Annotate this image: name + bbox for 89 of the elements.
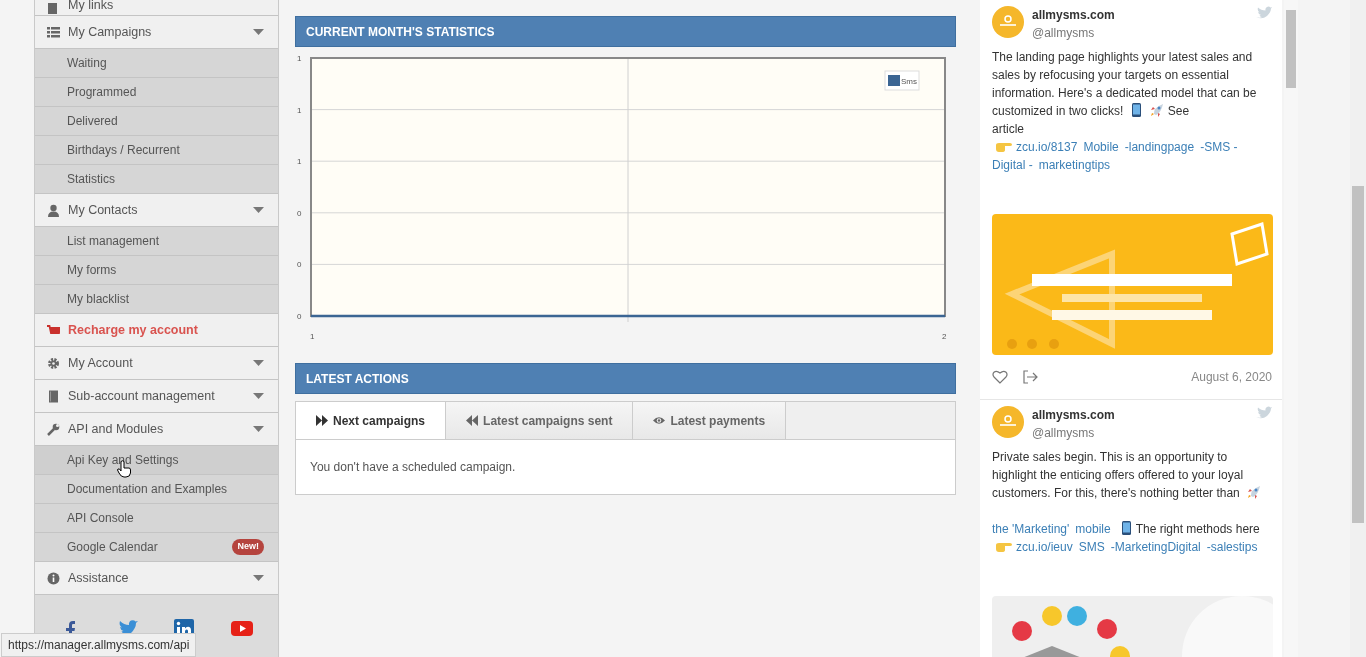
tweet-text: Private sales begin. This is an opportunity to highlight the enticing offers offered to your loyal customers. For this, there's nothing better than the 'Marketing' mobile The right methods here zcu.io/ieuv SMS -MarketingDigital -salestips — [992, 449, 1263, 556]
caret-icon — [253, 29, 264, 35]
x-tick-label: 1 — [310, 332, 315, 341]
section-header: CURRENT MONTH'S STATISTICS — [295, 16, 956, 47]
rocket-icon — [1247, 485, 1262, 499]
legend: Sms — [884, 70, 920, 91]
gear-icon — [47, 356, 60, 370]
account-handle: @allmysms — [1032, 25, 1096, 42]
caret-icon — [253, 393, 264, 399]
phone-icon — [1130, 103, 1142, 117]
y-tick-label: 1 — [297, 105, 302, 115]
share-icon[interactable] — [1022, 370, 1038, 384]
pointing-hand-icon — [996, 140, 1012, 153]
forward-icon — [316, 415, 328, 426]
sidebar-subitem[interactable]: API Console — [35, 504, 278, 533]
avatar-icon — [992, 406, 1024, 438]
legend-label: Sms — [901, 77, 917, 86]
caret-icon — [253, 207, 264, 213]
sidebar-subitem[interactable]: Delivered — [35, 107, 278, 136]
hashtag-link[interactable]: -MarketingDigital — [1110, 540, 1201, 554]
pointing-hand-icon — [996, 540, 1012, 553]
hashtag-link[interactable]: zcu.io/8137 — [1016, 140, 1078, 154]
hashtag-link[interactable]: Mobile — [1083, 140, 1119, 154]
empty-message: You don't have a scheduled campaign. — [309, 459, 517, 476]
hashtag-link[interactable]: mobile — [1075, 522, 1111, 536]
section-header: LATEST ACTIONS — [295, 363, 956, 394]
account-name: allmysms.com — [1032, 407, 1116, 424]
caret-icon — [253, 360, 264, 366]
book-icon — [47, 389, 60, 403]
rocket-icon — [1149, 103, 1164, 117]
sidebar-subitem[interactable]: Documentation and Examples — [35, 475, 278, 504]
tab[interactable]: Latest payments — [633, 402, 787, 439]
sidebar-subitem[interactable]: My blacklist — [35, 285, 278, 314]
hashtag-link[interactable]: SMS — [1078, 540, 1105, 554]
cart-icon — [47, 323, 60, 337]
sidebar-item[interactable]: My Contacts — [35, 194, 278, 227]
avatar-icon — [992, 6, 1024, 38]
y-tick-label: 0 — [297, 208, 302, 218]
phone-icon — [1120, 521, 1132, 535]
hashtag-link[interactable]: the 'Marketing' — [992, 522, 1070, 536]
new-badge: New! — [232, 539, 264, 555]
tab[interactable]: Next campaigns — [296, 402, 447, 439]
sidebar-subitem-label: Google Calendar — [67, 539, 158, 556]
sidebar-item[interactable]: Assistance — [35, 562, 278, 595]
sidebar-subitem[interactable]: Programmed — [35, 78, 278, 107]
sidebar-item[interactable]: Recharge my account — [35, 314, 278, 347]
sidebar-item[interactable]: Sub-account management — [35, 380, 278, 413]
youtube-icon[interactable] — [230, 619, 253, 639]
wrench-icon — [47, 422, 60, 436]
account-handle: @allmysms — [1032, 425, 1096, 442]
account-name: allmysms.com — [1032, 7, 1116, 24]
y-tick-label: 0 — [297, 312, 302, 321]
sidebar-item[interactable]: My links — [35, 0, 278, 16]
y-tick-label: 1 — [297, 157, 302, 167]
sidebar-subitem[interactable]: List management — [35, 227, 278, 256]
sidebar-subitem[interactable]: Waiting — [35, 49, 278, 78]
sidebar-item[interactable]: My Account — [35, 347, 278, 380]
hashtag-link[interactable]: -landingpage — [1124, 140, 1195, 154]
hashtag-link[interactable]: Digital - — [992, 158, 1033, 172]
tab[interactable]: Latest campaigns sent — [446, 402, 634, 439]
info-icon — [47, 571, 60, 585]
tweet-date: August 6, 2020 — [1191, 369, 1272, 386]
rewind-icon — [466, 415, 479, 426]
scrollbar-thumb[interactable] — [1352, 186, 1364, 523]
sidebar-subitem[interactable]: Birthdays / Recurrent — [35, 136, 278, 165]
twitter-icon — [1256, 406, 1272, 419]
scrollbar-thumb[interactable] — [1286, 10, 1296, 88]
heart-icon[interactable] — [992, 370, 1008, 384]
list-icon — [47, 25, 60, 39]
hashtag-link[interactable]: -salestips — [1206, 540, 1258, 554]
person-icon — [47, 203, 60, 217]
hashtag-link[interactable]: zcu.io/ieuv — [1016, 540, 1073, 554]
hashtag-link[interactable]: -SMS - — [1200, 140, 1238, 154]
y-tick-label: 0 — [297, 260, 302, 270]
sidebar-subitem[interactable]: Google Calendar New! — [35, 533, 278, 562]
y-tick-label: 1 — [297, 54, 302, 63]
sidebar-subitem[interactable]: My forms — [35, 256, 278, 285]
status-url-tooltip: https://manager.allmysms.com/api — [1, 633, 197, 657]
x-tick-label: 2 — [942, 332, 947, 341]
eye-icon — [653, 415, 666, 426]
hashtag-link[interactable]: marketingtips — [1038, 158, 1111, 172]
sidebar-item[interactable]: My Campaigns — [35, 16, 278, 49]
sidebar-subitem[interactable]: Statistics — [35, 165, 278, 194]
twitter-icon — [1256, 6, 1272, 19]
caret-icon — [253, 575, 264, 581]
sidebar-item[interactable]: API and Modules — [35, 413, 278, 446]
book-icon — [47, 2, 60, 15]
tweet-text: The landing page highlights your latest sales and sales by refocusing your targets on essential information. Here's a dedicated model that can be customized in two clicks! See article zcu.io/8137 Mobile -landingpage -SMS - Digital - marketingtips — [992, 49, 1258, 174]
caret-icon — [253, 426, 264, 432]
